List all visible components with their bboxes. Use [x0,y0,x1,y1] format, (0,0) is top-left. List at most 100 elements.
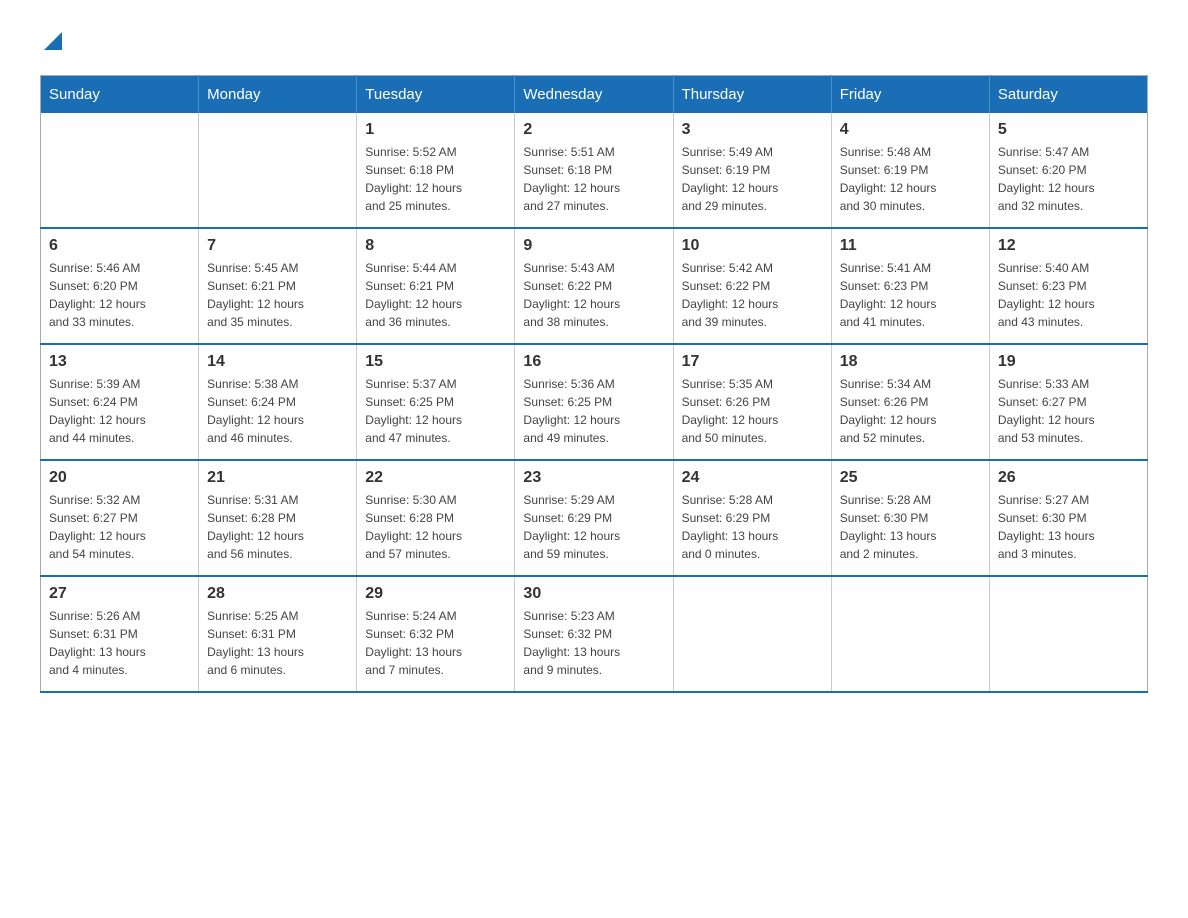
day-info: Sunrise: 5:36 AM Sunset: 6:25 PM Dayligh… [523,375,664,447]
day-number: 6 [49,237,190,255]
day-number: 30 [523,585,664,603]
day-info: Sunrise: 5:46 AM Sunset: 6:20 PM Dayligh… [49,259,190,331]
weekday-header-monday: Monday [199,75,357,113]
day-number: 9 [523,237,664,255]
calendar-cell: 3 Sunrise: 5:49 AM Sunset: 6:19 PM Daylig… [673,113,831,228]
day-number: 4 [840,121,981,139]
day-number: 21 [207,469,348,487]
day-number: 5 [998,121,1139,139]
day-info: Sunrise: 5:30 AM Sunset: 6:28 PM Dayligh… [365,491,506,563]
day-info: Sunrise: 5:41 AM Sunset: 6:23 PM Dayligh… [840,259,981,331]
calendar-cell: 30 Sunrise: 5:23 AM Sunset: 6:32 PM Dayli… [515,576,673,692]
calendar-body: 1Sunrise: 5:52 AM Sunset: 6:18 PM Daylig… [41,113,1148,692]
calendar-cell [41,113,199,228]
logo-triangle-icon [44,32,62,50]
weekday-header-tuesday: Tuesday [357,75,515,113]
calendar-cell: 27 Sunrise: 5:26 AM Sunset: 6:31 PM Dayli… [41,576,199,692]
calendar-cell: 14 Sunrise: 5:38 AM Sunset: 6:24 PM Dayli… [199,344,357,460]
calendar-cell: 12 Sunrise: 5:40 AM Sunset: 6:23 PM Dayli… [989,228,1147,344]
day-info: Sunrise: 5:44 AM Sunset: 6:21 PM Dayligh… [365,259,506,331]
calendar-cell: 5 Sunrise: 5:47 AM Sunset: 6:20 PM Daylig… [989,113,1147,228]
calendar-cell: 25 Sunrise: 5:28 AM Sunset: 6:30 PM Dayli… [831,460,989,576]
calendar-cell: 20 Sunrise: 5:32 AM Sunset: 6:27 PM Dayli… [41,460,199,576]
day-number: 23 [523,469,664,487]
day-number: 15 [365,353,506,371]
logo [40,30,62,55]
day-number: 25 [840,469,981,487]
calendar-table: SundayMondayTuesdayWednesdayThursdayFrid… [40,75,1148,693]
day-info: Sunrise: 5:24 AM Sunset: 6:32 PM Dayligh… [365,607,506,679]
calendar-week-row: 13 Sunrise: 5:39 AM Sunset: 6:24 PM Dayli… [41,344,1148,460]
day-number: 19 [998,353,1139,371]
day-info: Sunrise: 5:40 AM Sunset: 6:23 PM Dayligh… [998,259,1139,331]
calendar-cell: 11 Sunrise: 5:41 AM Sunset: 6:23 PM Dayli… [831,228,989,344]
day-number: 26 [998,469,1139,487]
day-number: 11 [840,237,981,255]
day-number: 14 [207,353,348,371]
day-number: 2 [523,121,664,139]
day-number: 24 [682,469,823,487]
day-number: 3 [682,121,823,139]
calendar-cell [831,576,989,692]
weekday-header-wednesday: Wednesday [515,75,673,113]
calendar-cell: 10 Sunrise: 5:42 AM Sunset: 6:22 PM Dayli… [673,228,831,344]
day-info: Sunrise: 5:34 AM Sunset: 6:26 PM Dayligh… [840,375,981,447]
calendar-week-row: 27 Sunrise: 5:26 AM Sunset: 6:31 PM Dayli… [41,576,1148,692]
calendar-cell: 17 Sunrise: 5:35 AM Sunset: 6:26 PM Dayli… [673,344,831,460]
calendar-cell: 16 Sunrise: 5:36 AM Sunset: 6:25 PM Dayli… [515,344,673,460]
day-info: Sunrise: 5:39 AM Sunset: 6:24 PM Dayligh… [49,375,190,447]
day-number: 18 [840,353,981,371]
day-number: 17 [682,353,823,371]
day-info: Sunrise: 5:25 AM Sunset: 6:31 PM Dayligh… [207,607,348,679]
day-number: 13 [49,353,190,371]
calendar-cell: 23Sunrise: 5:29 AM Sunset: 6:29 PM Dayli… [515,460,673,576]
day-number: 10 [682,237,823,255]
calendar-cell [199,113,357,228]
calendar-cell: 8Sunrise: 5:44 AM Sunset: 6:21 PM Daylig… [357,228,515,344]
day-info: Sunrise: 5:38 AM Sunset: 6:24 PM Dayligh… [207,375,348,447]
day-info: Sunrise: 5:27 AM Sunset: 6:30 PM Dayligh… [998,491,1139,563]
calendar-week-row: 6 Sunrise: 5:46 AM Sunset: 6:20 PM Daylig… [41,228,1148,344]
day-info: Sunrise: 5:42 AM Sunset: 6:22 PM Dayligh… [682,259,823,331]
day-info: Sunrise: 5:47 AM Sunset: 6:20 PM Dayligh… [998,143,1139,215]
day-number: 22 [365,469,506,487]
day-info: Sunrise: 5:28 AM Sunset: 6:29 PM Dayligh… [682,491,823,563]
calendar-cell: 21 Sunrise: 5:31 AM Sunset: 6:28 PM Dayli… [199,460,357,576]
day-info: Sunrise: 5:45 AM Sunset: 6:21 PM Dayligh… [207,259,348,331]
calendar-week-row: 20 Sunrise: 5:32 AM Sunset: 6:27 PM Dayli… [41,460,1148,576]
day-number: 27 [49,585,190,603]
day-info: Sunrise: 5:37 AM Sunset: 6:25 PM Dayligh… [365,375,506,447]
calendar-cell: 22 Sunrise: 5:30 AM Sunset: 6:28 PM Dayli… [357,460,515,576]
calendar-cell: 29Sunrise: 5:24 AM Sunset: 6:32 PM Dayli… [357,576,515,692]
calendar-cell: 4Sunrise: 5:48 AM Sunset: 6:19 PM Daylig… [831,113,989,228]
weekday-header-row: SundayMondayTuesdayWednesdayThursdayFrid… [41,75,1148,113]
day-number: 20 [49,469,190,487]
calendar-cell: 15 Sunrise: 5:37 AM Sunset: 6:25 PM Dayli… [357,344,515,460]
day-info: Sunrise: 5:28 AM Sunset: 6:30 PM Dayligh… [840,491,981,563]
calendar-cell [673,576,831,692]
day-info: Sunrise: 5:49 AM Sunset: 6:19 PM Dayligh… [682,143,823,215]
day-info: Sunrise: 5:23 AM Sunset: 6:32 PM Dayligh… [523,607,664,679]
page-header [40,30,1148,55]
day-number: 12 [998,237,1139,255]
day-info: Sunrise: 5:51 AM Sunset: 6:18 PM Dayligh… [523,143,664,215]
day-info: Sunrise: 5:31 AM Sunset: 6:28 PM Dayligh… [207,491,348,563]
calendar-cell: 19 Sunrise: 5:33 AM Sunset: 6:27 PM Dayli… [989,344,1147,460]
calendar-cell: 13 Sunrise: 5:39 AM Sunset: 6:24 PM Dayli… [41,344,199,460]
weekday-header-saturday: Saturday [989,75,1147,113]
day-number: 16 [523,353,664,371]
day-info: Sunrise: 5:32 AM Sunset: 6:27 PM Dayligh… [49,491,190,563]
day-info: Sunrise: 5:43 AM Sunset: 6:22 PM Dayligh… [523,259,664,331]
day-info: Sunrise: 5:35 AM Sunset: 6:26 PM Dayligh… [682,375,823,447]
day-info: Sunrise: 5:33 AM Sunset: 6:27 PM Dayligh… [998,375,1139,447]
calendar-week-row: 1Sunrise: 5:52 AM Sunset: 6:18 PM Daylig… [41,113,1148,228]
day-info: Sunrise: 5:26 AM Sunset: 6:31 PM Dayligh… [49,607,190,679]
day-number: 28 [207,585,348,603]
calendar-cell [989,576,1147,692]
day-number: 7 [207,237,348,255]
calendar-cell: 28 Sunrise: 5:25 AM Sunset: 6:31 PM Dayli… [199,576,357,692]
calendar-cell: 1Sunrise: 5:52 AM Sunset: 6:18 PM Daylig… [357,113,515,228]
calendar-cell: 6 Sunrise: 5:46 AM Sunset: 6:20 PM Daylig… [41,228,199,344]
calendar-cell: 24 Sunrise: 5:28 AM Sunset: 6:29 PM Dayli… [673,460,831,576]
weekday-header-sunday: Sunday [41,75,199,113]
